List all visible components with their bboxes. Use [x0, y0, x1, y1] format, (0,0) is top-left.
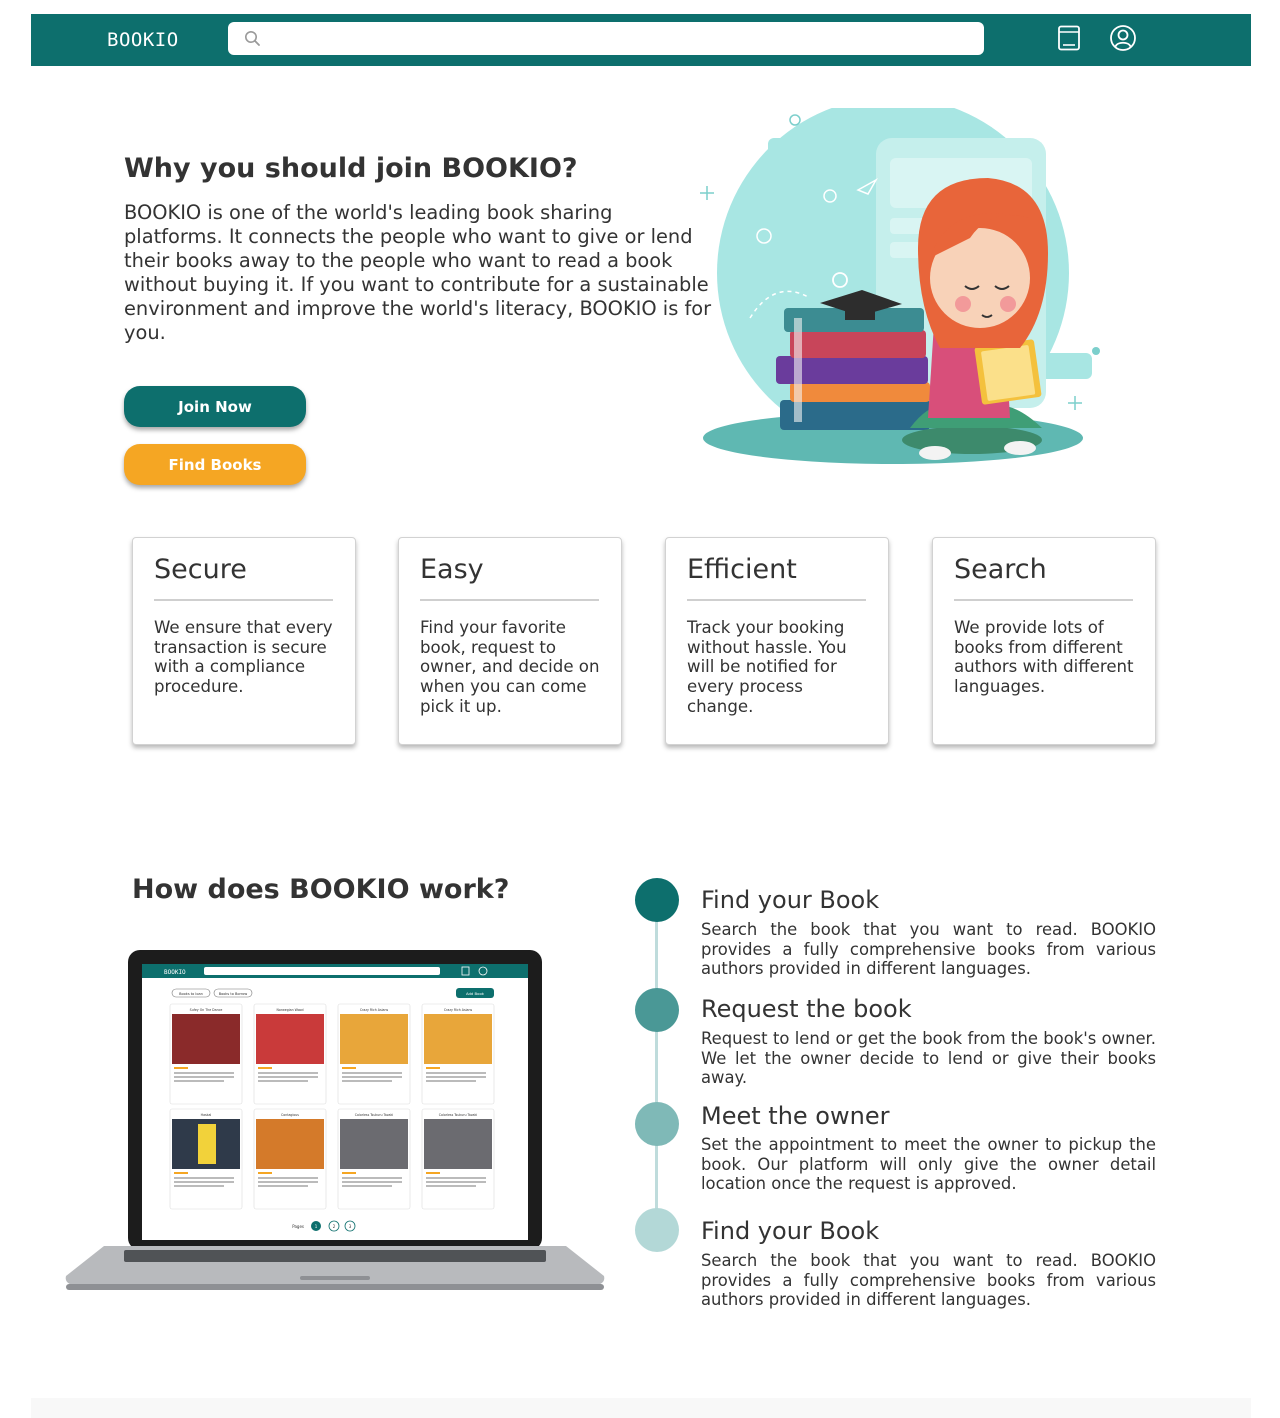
- divider: [954, 599, 1133, 601]
- footer-strip: [31, 1398, 1251, 1418]
- screen-page-number: 3: [349, 1224, 352, 1229]
- search-bar[interactable]: [228, 22, 984, 55]
- user-icon[interactable]: [1109, 24, 1137, 52]
- search-icon: [245, 31, 260, 46]
- timeline-dot: [635, 1102, 679, 1146]
- hero-description: BOOKIO is one of the world's leading boo…: [124, 201, 712, 344]
- top-navigation-bar: BOOKIO: [31, 14, 1251, 66]
- screen-add-button: Add Book: [466, 991, 485, 996]
- feature-card-search: Search We provide lots of books from dif…: [932, 537, 1156, 745]
- step-text: Set the appointment to meet the owner to…: [701, 1135, 1156, 1194]
- screen-book-title: Contagious: [281, 1113, 299, 1117]
- screen-book-title: Haskal: [201, 1113, 212, 1117]
- screen-page-number: 2: [333, 1224, 336, 1229]
- screen-book-title: Crazy Rich Asians: [444, 1008, 473, 1012]
- logo[interactable]: BOOKIO: [107, 29, 179, 51]
- feature-text: Find your favorite book, request to owne…: [420, 618, 600, 716]
- timeline-dot: [635, 988, 679, 1032]
- feature-title: Search: [954, 554, 1047, 585]
- feature-card-easy: Easy Find your favorite book, request to…: [398, 537, 622, 745]
- screen-book-title: Norwegian Wood: [277, 1008, 304, 1012]
- feature-card-secure: Secure We ensure that every transaction …: [132, 537, 356, 745]
- timeline-dot: [635, 878, 679, 922]
- screen-logo: BOOKIO: [164, 969, 186, 976]
- laptop-mockup: BOOKIO Books to loan Books to Borrow Add…: [64, 946, 606, 1300]
- screen-book-title: Crazy Rich Asians: [360, 1008, 389, 1012]
- screen-book-title: Sufey On The Dance: [190, 1008, 223, 1012]
- join-now-button[interactable]: Join Now: [124, 386, 306, 427]
- book-icon[interactable]: [1055, 24, 1083, 52]
- feature-card-efficient: Efficient Track your booking without has…: [665, 537, 889, 745]
- screen-tab: Books to loan: [179, 992, 203, 996]
- timeline-dot: [635, 1208, 679, 1252]
- step-text: Search the book that you want to read. B…: [701, 920, 1156, 979]
- step-title: Request the book: [701, 995, 912, 1023]
- screen-tab: Books to Borrow: [219, 992, 248, 996]
- screen-book-title: Colorless Tsukuru Tazaki: [355, 1113, 394, 1117]
- divider: [420, 599, 599, 601]
- find-books-button[interactable]: Find Books: [124, 444, 306, 485]
- divider: [154, 599, 333, 601]
- hero-title: Why you should join BOOKIO?: [124, 153, 578, 184]
- feature-title: Efficient: [687, 554, 797, 585]
- screen-page-number: 1: [315, 1224, 318, 1229]
- reading-girl-illustration: [680, 97, 1110, 492]
- feature-text: Track your booking without hassle. You w…: [687, 618, 847, 716]
- how-it-works-title: How does BOOKIO work?: [132, 874, 510, 905]
- step-text: Search the book that you want to read. B…: [701, 1251, 1156, 1310]
- divider: [687, 599, 866, 601]
- feature-text: We ensure that every transaction is secu…: [154, 618, 333, 697]
- timeline-line: [655, 906, 658, 1228]
- screen-book-title: Colorless Tsukuru Tazaki: [439, 1113, 478, 1117]
- step-text: Request to lend or get the book from the…: [701, 1029, 1156, 1088]
- screen-pages-label: Pages: [292, 1224, 304, 1229]
- feature-title: Secure: [154, 554, 247, 585]
- feature-text: We provide lots of books from different …: [954, 618, 1134, 697]
- step-title: Meet the owner: [701, 1102, 890, 1130]
- step-title: Find your Book: [701, 886, 880, 914]
- step-title: Find your Book: [701, 1217, 880, 1245]
- feature-title: Easy: [420, 554, 484, 585]
